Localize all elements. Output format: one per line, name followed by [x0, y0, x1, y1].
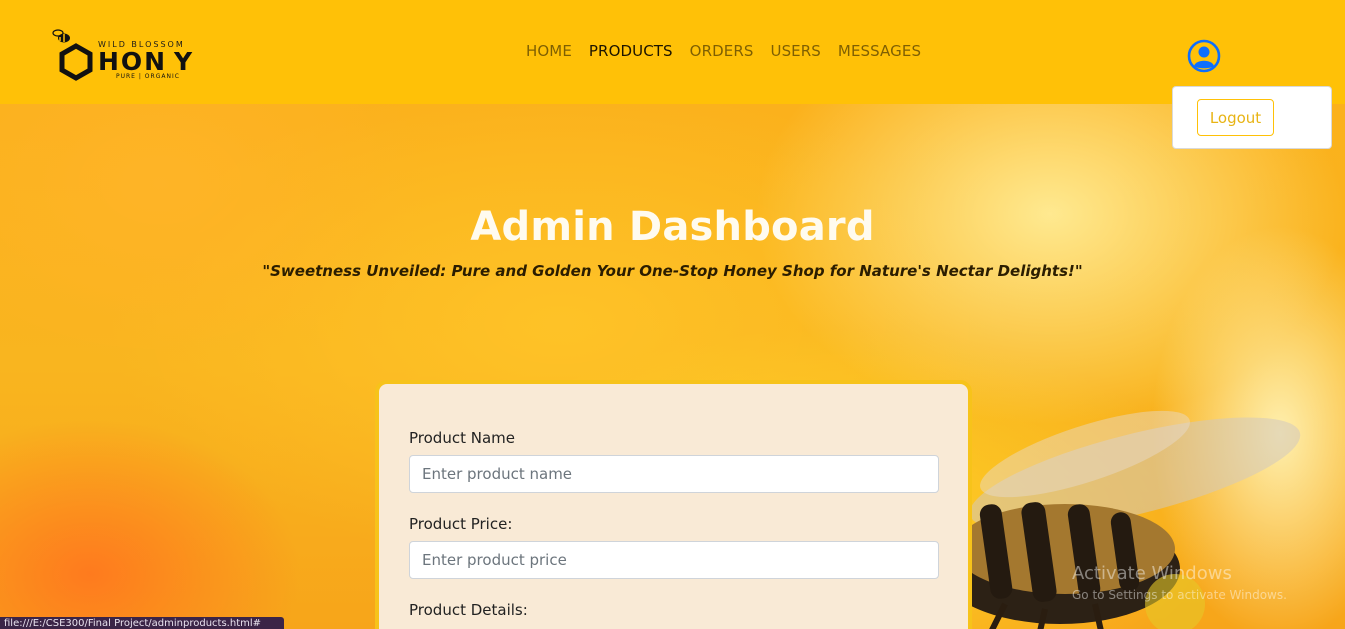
- brand-word-left: HON: [98, 47, 168, 76]
- product-form-card: Product Name Product Price: Product Deta…: [375, 380, 972, 629]
- brand-logo[interactable]: WILD BLOSSOM HON Y PURE | ORGANIC: [46, 24, 206, 84]
- nav-item-home[interactable]: HOME: [526, 42, 572, 62]
- product-name-input[interactable]: [409, 455, 939, 493]
- logout-button[interactable]: Logout: [1197, 99, 1274, 136]
- brand-word-right: Y: [174, 47, 193, 76]
- product-price-input[interactable]: [409, 541, 939, 579]
- nav-item-messages[interactable]: MESSAGES: [838, 42, 921, 62]
- product-price-label: Product Price:: [409, 515, 513, 533]
- product-name-label: Product Name: [409, 429, 515, 447]
- nav-item-products[interactable]: PRODUCTS: [589, 42, 673, 62]
- main-nav: HOME PRODUCTS ORDERS USERS MESSAGES: [526, 42, 938, 62]
- top-navbar: WILD BLOSSOM HON Y PURE | ORGANIC HOME P…: [0, 0, 1345, 104]
- product-details-label: Product Details:: [409, 601, 528, 619]
- page-tagline: "Sweetness Unveiled: Pure and Golden You…: [262, 262, 1083, 280]
- brand-tagline: PURE | ORGANIC: [116, 73, 180, 80]
- user-dropdown-menu: Logout: [1172, 86, 1332, 149]
- user-circle-icon: [1187, 39, 1221, 73]
- page-title: Admin Dashboard: [470, 204, 875, 250]
- user-menu-button[interactable]: [1187, 39, 1221, 73]
- nav-item-orders[interactable]: ORDERS: [690, 42, 754, 62]
- nav-item-users[interactable]: USERS: [770, 42, 820, 62]
- activate-windows-subtitle: Go to Settings to activate Windows.: [1072, 588, 1287, 602]
- activate-windows-title: Activate Windows: [1072, 563, 1232, 584]
- browser-status-url: file:///E:/CSE300/Final Project/adminpro…: [0, 617, 284, 629]
- bee-logo-icon: [52, 29, 93, 81]
